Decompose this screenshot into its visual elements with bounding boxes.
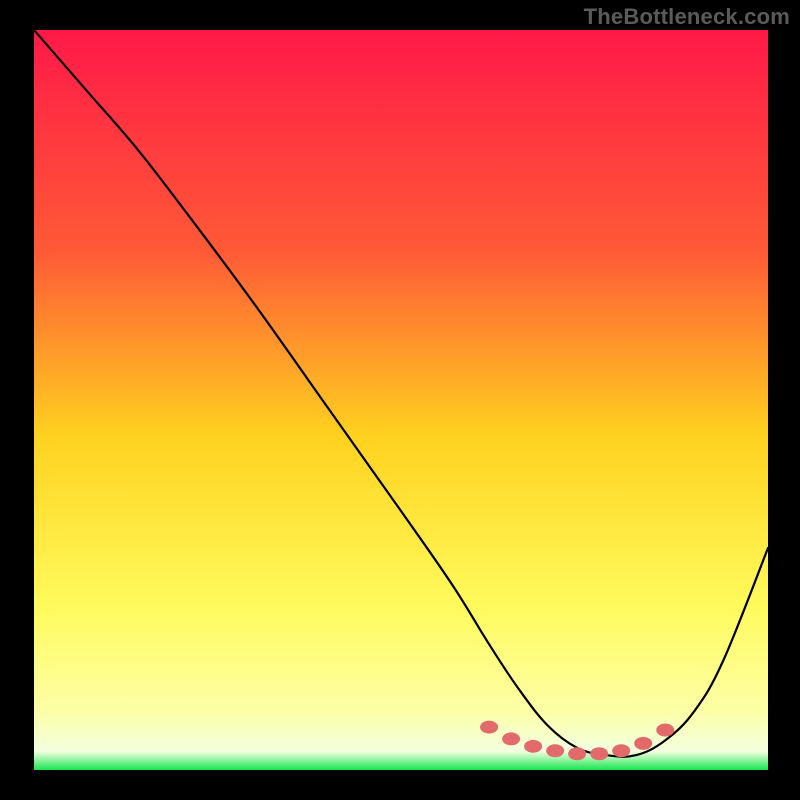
watermark-text: TheBottleneck.com xyxy=(584,4,790,30)
gradient-rect xyxy=(34,30,768,770)
figure-stage: TheBottleneck.com xyxy=(0,0,800,800)
highlight-dot xyxy=(524,740,542,753)
plot-area xyxy=(34,30,768,770)
highlight-dot xyxy=(590,747,608,760)
highlight-dot xyxy=(634,737,652,750)
highlight-dot xyxy=(480,721,498,734)
highlight-dot xyxy=(568,747,586,760)
highlight-dot xyxy=(656,724,674,737)
highlight-dot xyxy=(612,744,630,757)
chart-svg xyxy=(34,30,768,770)
highlight-dot xyxy=(546,744,564,757)
highlight-dot xyxy=(502,732,520,745)
